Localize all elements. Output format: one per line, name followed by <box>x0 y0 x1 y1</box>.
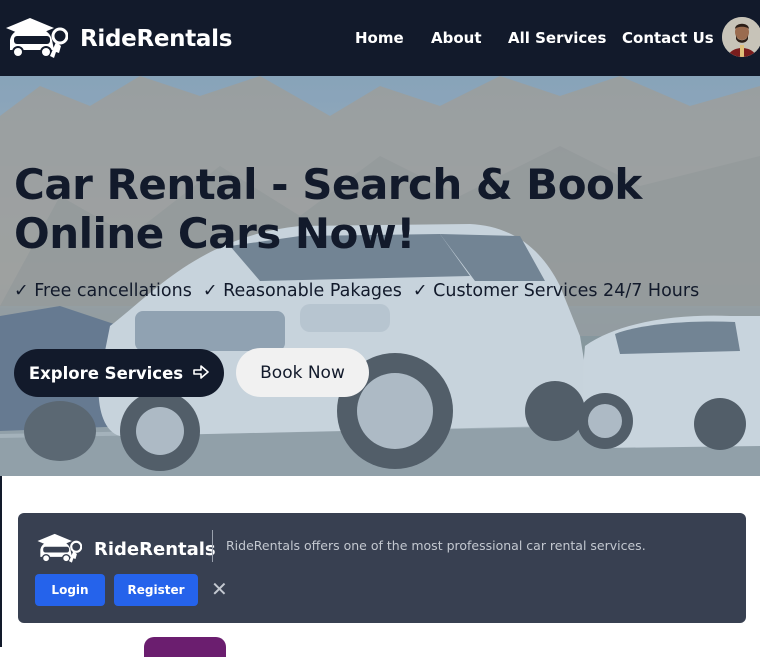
hero-title-line2: Online Cars Now! <box>14 209 415 258</box>
divider <box>212 530 213 562</box>
hero-title-line1: Car Rental - Search & Book <box>14 160 642 209</box>
hero-title: Car Rental - Search & Book Online Cars N… <box>14 160 754 258</box>
car-key-icon <box>36 531 83 568</box>
nav-home[interactable]: Home <box>355 29 404 47</box>
floating-tab[interactable] <box>144 637 226 657</box>
explore-services-label: Explore Services <box>28 363 184 383</box>
explore-services-button[interactable]: Explore Services <box>14 349 224 397</box>
navbar: RideRentals Home About All Services Cont… <box>0 0 760 76</box>
hero-section: Car Rental - Search & Book Online Cars N… <box>0 76 760 476</box>
login-button[interactable]: Login <box>35 574 105 606</box>
book-now-button[interactable]: Book Now <box>236 348 369 397</box>
car-key-icon <box>4 14 69 64</box>
banner-brand: RideRentals <box>36 531 216 568</box>
feature-item: ✓ Customer Services 24/7 Hours <box>412 281 700 301</box>
hero-background-image <box>0 76 760 476</box>
banner-description: RideRentals offers one of the most profe… <box>226 538 646 553</box>
brand-name: RideRentals <box>80 26 233 52</box>
nav-all-services[interactable]: All Services <box>508 29 606 47</box>
register-button[interactable]: Register <box>114 574 198 606</box>
close-icon[interactable]: ✕ <box>211 577 228 601</box>
banner-brand-name: RideRentals <box>94 539 216 560</box>
feature-list: ✓ Free cancellations ✓ Reasonable Pakage… <box>14 281 710 301</box>
brand[interactable]: RideRentals <box>4 14 232 64</box>
page-edge <box>0 476 2 647</box>
nav-about[interactable]: About <box>431 29 482 47</box>
user-avatar[interactable] <box>722 17 760 57</box>
nav-contact-us[interactable]: Contact Us <box>622 29 714 47</box>
feature-item: ✓ Reasonable Pakages <box>202 281 402 301</box>
feature-item: ✓ Free cancellations <box>14 281 192 301</box>
arrow-right-icon <box>193 364 209 383</box>
auth-banner: RideRentals RideRentals offers one of th… <box>18 513 746 623</box>
